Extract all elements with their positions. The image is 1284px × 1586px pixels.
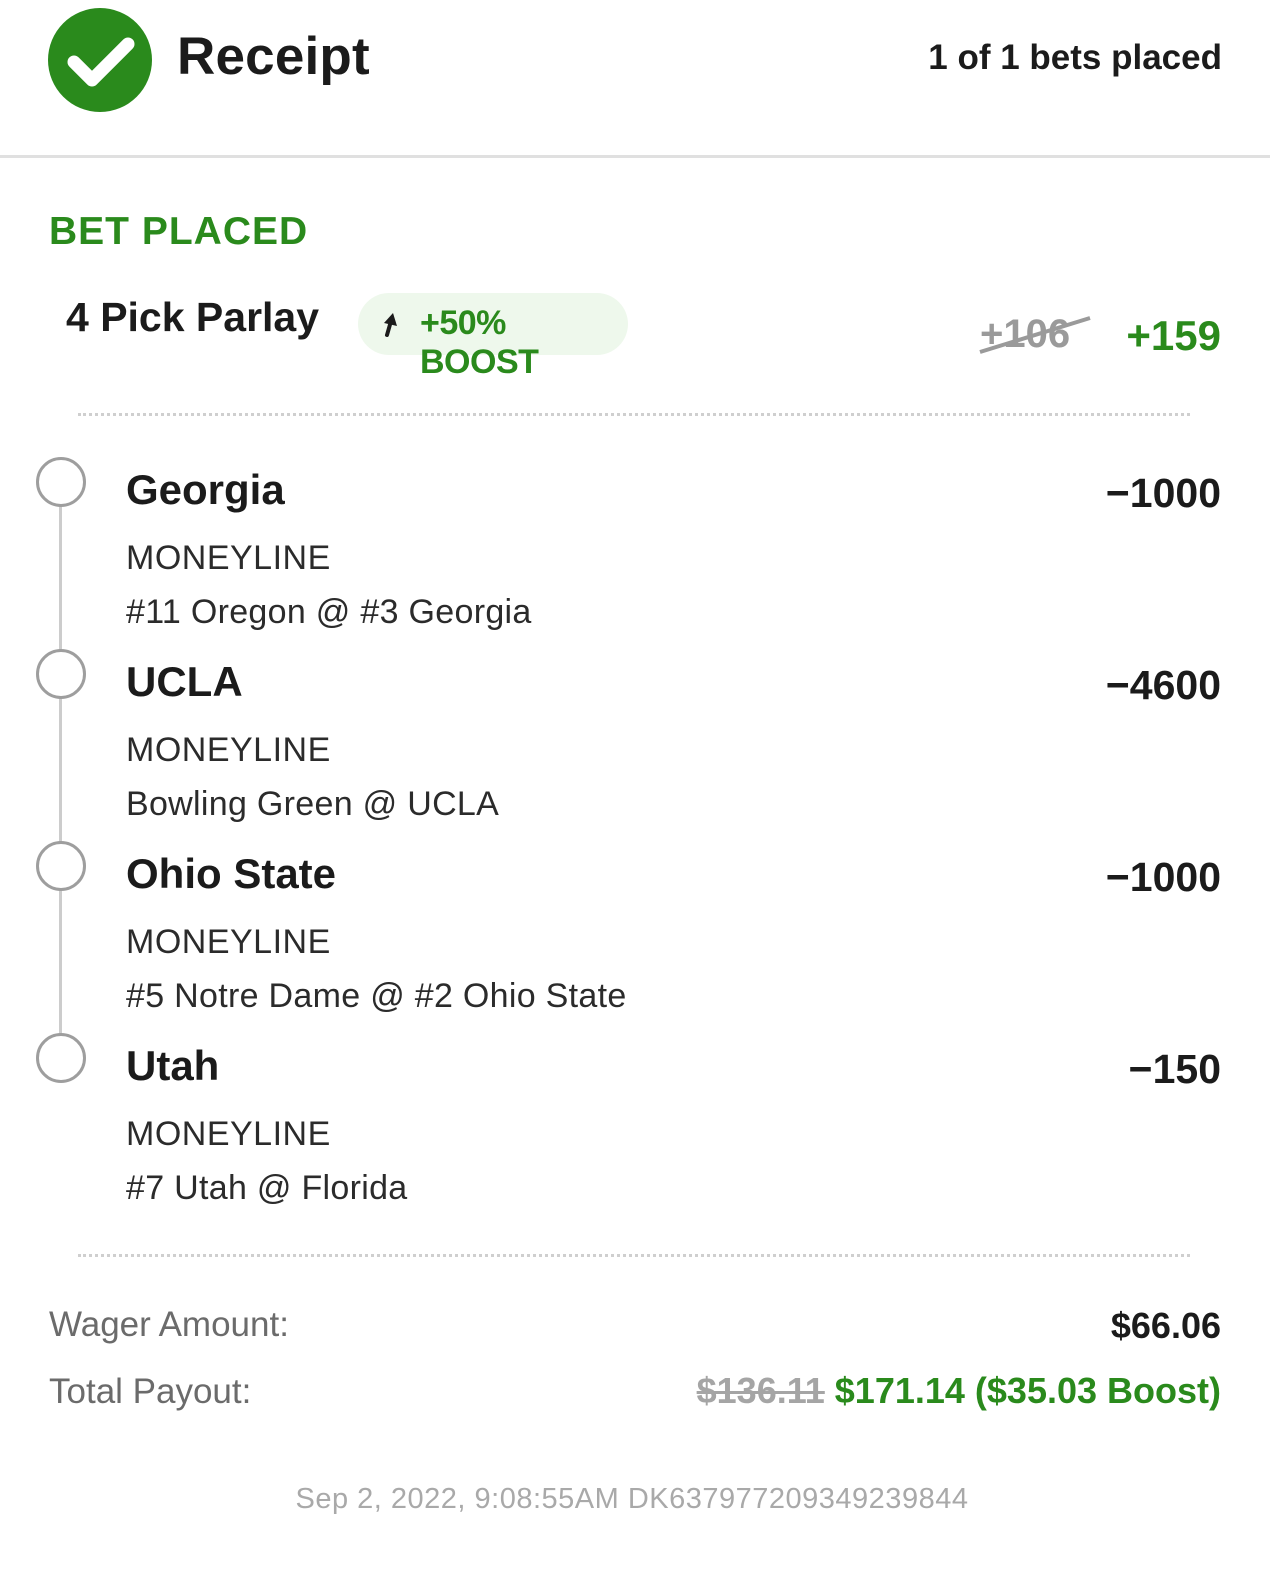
- leg-market: MONEYLINE: [126, 923, 331, 961]
- leg-odds: −1000: [1105, 470, 1221, 516]
- leg-team: Utah: [126, 1042, 220, 1089]
- parlay-leg: Utah −150 MONEYLINE #7 Utah @ Florida: [0, 1033, 1284, 1225]
- leg-team: Georgia: [126, 466, 285, 513]
- leg-status-circle-icon: [36, 841, 86, 891]
- leg-event: #7 Utah @ Florida: [126, 1169, 408, 1207]
- parlay-title: 4 Pick Parlay: [66, 294, 320, 340]
- boosted-odds: +159: [1126, 312, 1221, 359]
- original-payout: $136.11: [696, 1370, 825, 1411]
- divider-top: [78, 413, 1190, 416]
- wager-amount-label: Wager Amount:: [49, 1305, 289, 1344]
- leg-odds: −150: [1128, 1046, 1221, 1092]
- leg-status-circle-icon: [36, 457, 86, 507]
- boost-arrow-icon: [384, 313, 397, 337]
- leg-status-circle-icon: [36, 649, 86, 699]
- receipt-footer-id: Sep 2, 2022, 9:08:55AM DK637977209349239…: [295, 1483, 969, 1515]
- leg-market: MONEYLINE: [126, 1115, 331, 1153]
- boosted-payout: $171.14 ($35.03 Boost): [834, 1370, 1221, 1411]
- boost-badge: +50% BOOST: [358, 293, 628, 381]
- leg-odds: −1000: [1105, 854, 1221, 900]
- leg-team: UCLA: [126, 658, 243, 705]
- strikethrough-line: [979, 316, 1091, 354]
- leg-event: Bowling Green @ UCLA: [126, 785, 500, 823]
- parlay-leg: Ohio State −1000 MONEYLINE #5 Notre Dame…: [0, 841, 1284, 1033]
- parlay-leg: Georgia −1000 MONEYLINE #11 Oregon @ #3 …: [0, 457, 1284, 649]
- leg-status-circle-icon: [36, 1033, 86, 1083]
- leg-market: MONEYLINE: [126, 539, 331, 577]
- leg-market: MONEYLINE: [126, 731, 331, 769]
- divider-bottom: [78, 1254, 1190, 1257]
- bet-status: BET PLACED: [49, 210, 309, 253]
- bets-placed-count: 1 of 1 bets placed: [928, 38, 1222, 77]
- leg-event: #5 Notre Dame @ #2 Ohio State: [126, 977, 627, 1015]
- leg-odds: −4600: [1105, 662, 1221, 708]
- check-circle-icon: [48, 8, 152, 112]
- header-divider: [0, 155, 1270, 158]
- leg-event: #11 Oregon @ #3 Georgia: [126, 593, 532, 631]
- total-payout-label: Total Payout:: [49, 1372, 252, 1411]
- receipt-header: Receipt 1 of 1 bets placed: [0, 0, 1284, 158]
- wager-amount-value: $66.06: [1110, 1305, 1221, 1346]
- total-payout-value: $136.11 $171.14 ($35.03 Boost): [697, 1370, 1221, 1412]
- leg-team: Ohio State: [126, 850, 337, 897]
- boost-label: +50% BOOST: [420, 304, 539, 381]
- receipt-screen: Receipt 1 of 1 bets placed BET PLACED 4 …: [0, 0, 1284, 1586]
- parlay-leg: UCLA −4600 MONEYLINE Bowling Green @ UCL…: [0, 649, 1284, 841]
- page-title: Receipt: [177, 27, 370, 86]
